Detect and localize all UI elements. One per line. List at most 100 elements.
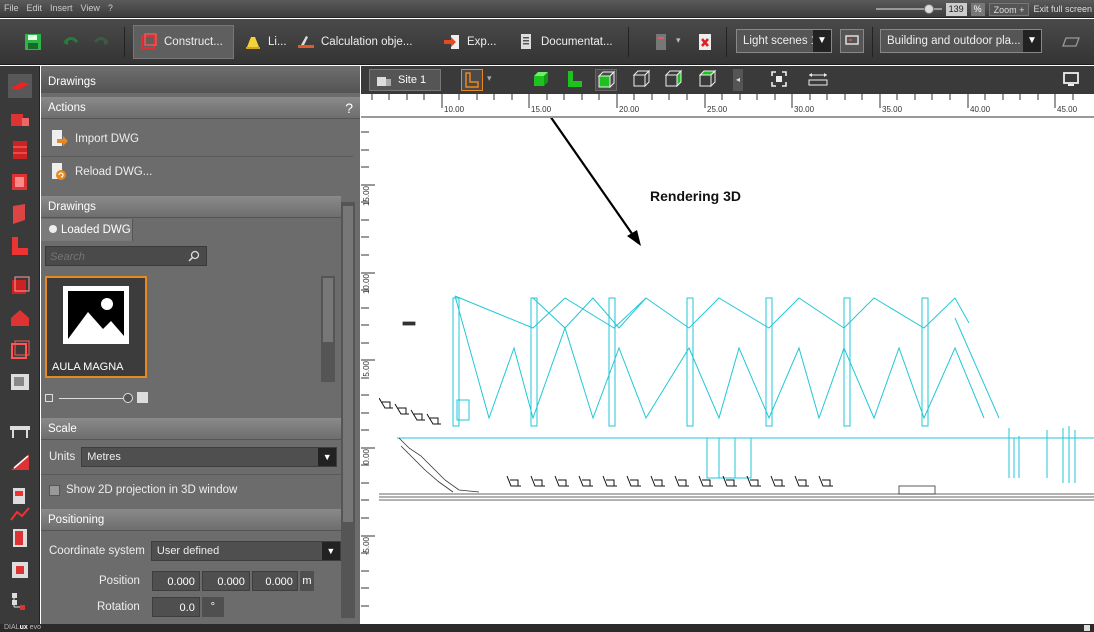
tab-loaded-dwg[interactable]: Loaded DWG <box>41 219 133 241</box>
calculation-objects-button[interactable]: Calculation obje... <box>291 25 418 59</box>
drawing-thumbnail[interactable]: AULA MAGNA <box>45 276 147 378</box>
positioning-header[interactable]: Positioning <box>41 509 341 531</box>
panel-title: Drawings <box>41 71 360 93</box>
import-icon <box>52 130 68 146</box>
storey-icon[interactable] <box>8 138 32 162</box>
side-view-button[interactable] <box>663 69 685 91</box>
texture-icon[interactable] <box>8 450 32 474</box>
zoom-slider[interactable] <box>875 4 942 14</box>
show-2d-row[interactable]: Show 2D projection in 3D window <box>41 480 353 500</box>
light-scenes-value: Light scenes 1 <box>743 35 818 47</box>
redo-icon[interactable] <box>92 33 110 51</box>
truss-structure <box>397 295 1094 483</box>
reload-dwg-action[interactable]: Reload DWG... <box>41 159 353 185</box>
front-view-button[interactable] <box>631 69 653 91</box>
top-view-button[interactable] <box>697 69 719 91</box>
thumbnail-size-slider[interactable] <box>45 392 165 406</box>
perspective-view-button[interactable] <box>595 69 617 91</box>
construct-button[interactable]: Construct... <box>133 25 234 59</box>
panel-scrollbar[interactable] <box>341 202 355 618</box>
document-icon <box>521 34 531 49</box>
room-icon[interactable] <box>8 170 32 194</box>
menu-view[interactable]: View <box>81 3 100 13</box>
left-icon-bar <box>0 66 40 624</box>
rotation-unit: ° <box>201 597 224 617</box>
fit-view-button[interactable] <box>769 69 791 91</box>
search-icon[interactable] <box>188 250 200 262</box>
solid-icon[interactable] <box>8 370 32 394</box>
l-shape-icon[interactable] <box>8 234 32 258</box>
cube-icon[interactable] <box>8 274 32 298</box>
zoom-value[interactable]: 139 <box>945 2 967 16</box>
menu-help[interactable]: ? <box>108 3 113 13</box>
render-3d-button[interactable] <box>531 69 553 91</box>
position-z-input[interactable]: 0.000 <box>251 571 298 591</box>
box-icon[interactable] <box>8 338 32 362</box>
zoom-button[interactable]: Zoom + <box>988 2 1030 16</box>
door-icon[interactable] <box>8 526 32 550</box>
position-x-input[interactable]: 0.000 <box>151 571 200 591</box>
menu-insert[interactable]: Insert <box>50 3 73 13</box>
chevron-down-icon[interactable]: ▾ <box>676 35 681 46</box>
delete-page-icon[interactable] <box>696 33 714 51</box>
floor-view-button[interactable] <box>461 69 483 91</box>
show-2d-label: Show 2D projection in 3D window <box>66 484 238 496</box>
zoom-label: Zoom <box>993 4 1017 15</box>
menu-file[interactable]: File <box>4 3 19 13</box>
show-2d-checkbox[interactable] <box>49 484 60 496</box>
scene-settings-button[interactable] <box>840 29 864 53</box>
actions-header[interactable]: Actions ? <box>41 97 360 119</box>
roof-icon[interactable] <box>8 306 32 330</box>
scrollbar-thumb[interactable] <box>343 206 353 522</box>
drawing-canvas[interactable]: Site 1 ▾ ◂ 10.00 15.00 20.00 25.00 30.00… <box>361 66 1094 624</box>
tree-icon[interactable] <box>8 590 32 614</box>
site-selector[interactable]: Site 1 <box>369 69 441 91</box>
units-select[interactable]: Metres ▼ <box>81 447 338 467</box>
table-icon[interactable] <box>8 418 32 442</box>
light-button[interactable]: Li... <box>238 25 293 59</box>
frame-icon[interactable] <box>8 558 32 582</box>
display-button[interactable] <box>1061 69 1083 91</box>
slider-knob[interactable] <box>123 393 133 403</box>
export-button[interactable]: Exp... <box>437 25 502 59</box>
save-icon[interactable] <box>24 33 42 51</box>
thumbnail-scrollbar[interactable] <box>321 276 335 382</box>
import-dwg-action[interactable]: Import DWG <box>41 126 353 152</box>
drawings-panel: Drawings Actions ? Import DWG Reload DWG… <box>41 66 360 624</box>
resize-grip-icon[interactable] <box>1084 625 1090 631</box>
position-y-input[interactable]: 0.000 <box>201 571 250 591</box>
scrollbar-thumb[interactable] <box>323 278 333 342</box>
page-icon[interactable] <box>652 33 670 51</box>
drawings-icon[interactable] <box>8 74 32 98</box>
undo-icon[interactable] <box>62 33 80 51</box>
exit-fullscreen-link[interactable]: Exit full screen <box>1033 4 1092 14</box>
zoom-slider-knob[interactable] <box>923 4 934 14</box>
divider <box>41 474 353 475</box>
brand-lux: ux <box>19 624 28 631</box>
wall-icon[interactable] <box>8 202 32 226</box>
reload-icon <box>52 163 66 180</box>
ruler-label: 15.00 <box>531 105 552 114</box>
menu-edit[interactable]: Edit <box>27 3 43 13</box>
coordinate-select[interactable]: User defined ▼ <box>150 541 341 561</box>
ruler-label: 15.00 <box>362 186 371 207</box>
search-input[interactable] <box>46 248 176 266</box>
floor-plan-icon[interactable] <box>1062 33 1080 51</box>
front-view-icon <box>632 69 651 88</box>
building-dropdown[interactable]: Building and outdoor pla... ▼ <box>880 29 1042 53</box>
plan-view-button[interactable] <box>565 69 587 91</box>
chevron-down-icon[interactable]: ▾ <box>487 73 492 84</box>
building-icon[interactable] <box>8 106 32 130</box>
ruler-label: 35.00 <box>882 105 903 114</box>
drawings-header[interactable]: Drawings <box>41 196 341 218</box>
measure-button[interactable] <box>807 69 829 91</box>
rotation-input[interactable]: 0.0 <box>151 597 200 617</box>
help-icon[interactable]: ? <box>345 97 353 119</box>
documentation-button[interactable]: Documentat... <box>511 25 619 59</box>
scale-header[interactable]: Scale <box>41 418 341 440</box>
collapse-toolbar-button[interactable]: ◂ <box>733 69 743 91</box>
import-dwg-label: Import DWG <box>75 133 139 145</box>
search-box[interactable] <box>45 246 207 266</box>
curve-icon[interactable] <box>8 502 32 526</box>
light-scenes-dropdown[interactable]: Light scenes 1 ▼ <box>736 29 832 53</box>
